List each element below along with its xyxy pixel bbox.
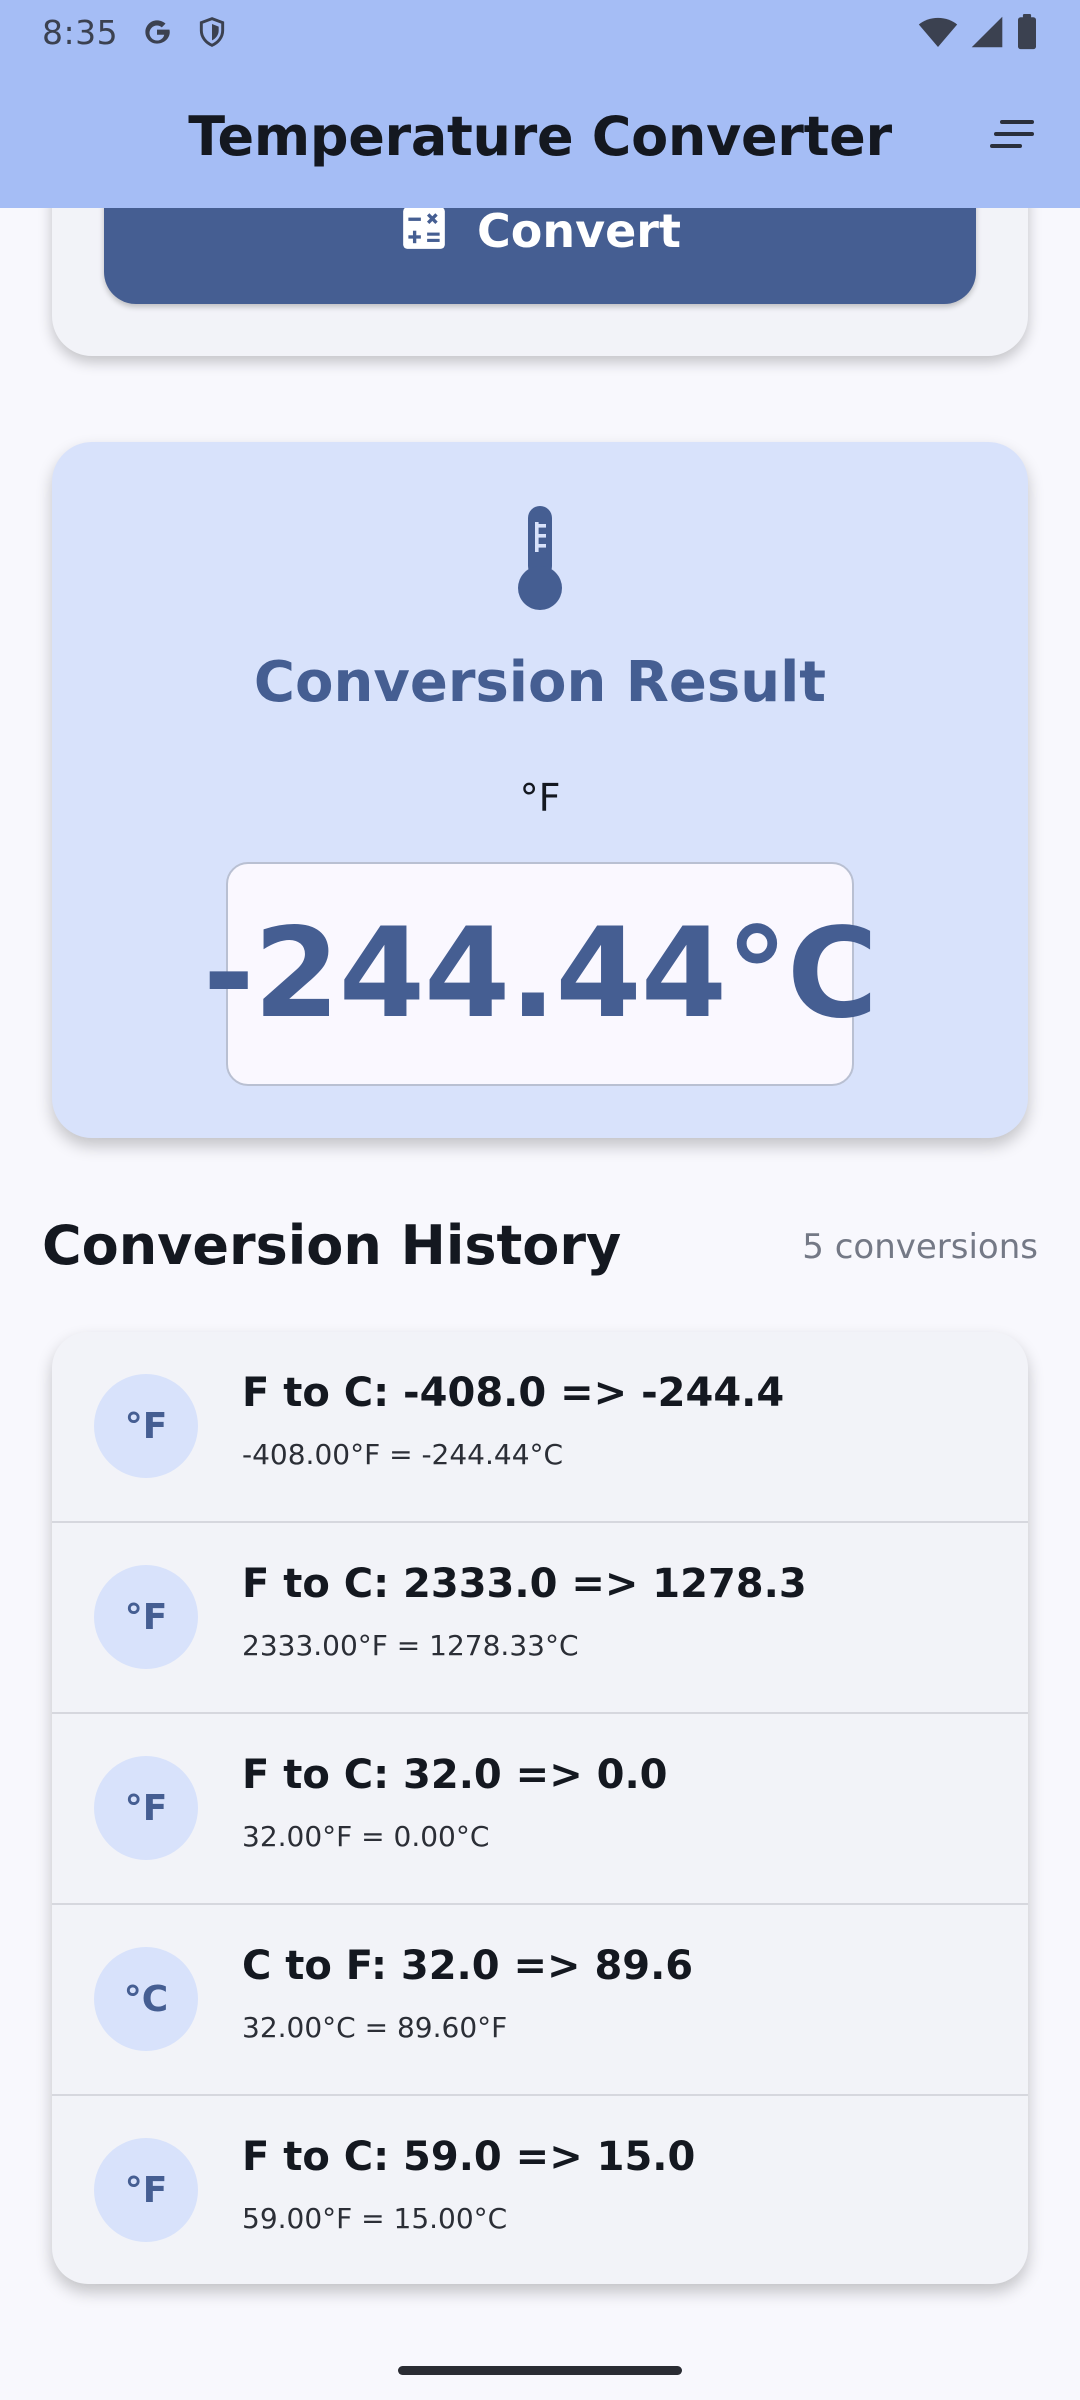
result-unit: °F bbox=[519, 776, 561, 820]
result-value-box: -244.44°C bbox=[203, 862, 878, 1086]
history-list: °F F to C: -408.0 => -244.4 -408.00°F = … bbox=[52, 1332, 1028, 2284]
fahrenheit-badge: °F bbox=[94, 1756, 198, 1860]
history-item[interactable]: °F F to C: -408.0 => -244.4 -408.00°F = … bbox=[52, 1332, 1028, 1523]
shield-icon bbox=[196, 15, 228, 49]
history-count: 5 conversions bbox=[802, 1227, 1038, 1267]
celsius-badge: °C bbox=[94, 1947, 198, 2051]
fahrenheit-badge: °F bbox=[94, 1374, 198, 1478]
thermometer-icon bbox=[508, 506, 572, 615]
top-app-bar: 8:35 Temperature Converter bbox=[0, 0, 1080, 208]
fahrenheit-badge: °F bbox=[94, 2138, 198, 2242]
fahrenheit-badge: °F bbox=[94, 1565, 198, 1669]
history-item[interactable]: °F F to C: 59.0 => 15.0 59.00°F = 15.00°… bbox=[52, 2096, 1028, 2284]
history-item-detail: 2333.00°F = 1278.33°C bbox=[242, 1629, 579, 1662]
battery-icon bbox=[1016, 14, 1038, 50]
result-value: -244.44°C bbox=[203, 902, 878, 1046]
google-icon bbox=[140, 15, 174, 49]
signal-icon bbox=[970, 15, 1004, 49]
gesture-nav-handle[interactable] bbox=[398, 2366, 682, 2375]
history-item-detail: 32.00°C = 89.60°F bbox=[242, 2011, 508, 2044]
result-title: Conversion Result bbox=[253, 650, 827, 715]
wifi-icon bbox=[918, 15, 958, 49]
history-item-title: F to C: 32.0 => 0.0 bbox=[242, 1752, 668, 1798]
calculator-icon bbox=[399, 203, 449, 258]
history-item-title: F to C: 59.0 => 15.0 bbox=[242, 2134, 696, 2180]
convert-button-label: Convert bbox=[477, 204, 681, 258]
app-title: Temperature Converter bbox=[188, 104, 892, 168]
history-title: Conversion History bbox=[42, 1214, 622, 1277]
sort-menu-icon bbox=[988, 119, 1036, 154]
status-bar: 8:35 bbox=[0, 0, 1080, 64]
history-item-title: C to F: 32.0 => 89.6 bbox=[242, 1943, 694, 1989]
sort-menu-button[interactable] bbox=[982, 112, 1042, 160]
history-item[interactable]: °F F to C: 32.0 => 0.0 32.00°F = 0.00°C bbox=[52, 1714, 1028, 1905]
history-item-title: F to C: 2333.0 => 1278.3 bbox=[242, 1561, 807, 1607]
history-item-detail: 59.00°F = 15.00°C bbox=[242, 2202, 508, 2235]
history-item[interactable]: °C C to F: 32.0 => 89.6 32.00°C = 89.60°… bbox=[52, 1905, 1028, 2096]
history-item[interactable]: °F F to C: 2333.0 => 1278.3 2333.00°F = … bbox=[52, 1523, 1028, 1714]
history-item-detail: 32.00°F = 0.00°C bbox=[242, 1820, 490, 1853]
history-item-title: F to C: -408.0 => -244.4 bbox=[242, 1370, 785, 1416]
history-item-detail: -408.00°F = -244.44°C bbox=[242, 1438, 564, 1471]
status-time: 8:35 bbox=[42, 12, 119, 52]
